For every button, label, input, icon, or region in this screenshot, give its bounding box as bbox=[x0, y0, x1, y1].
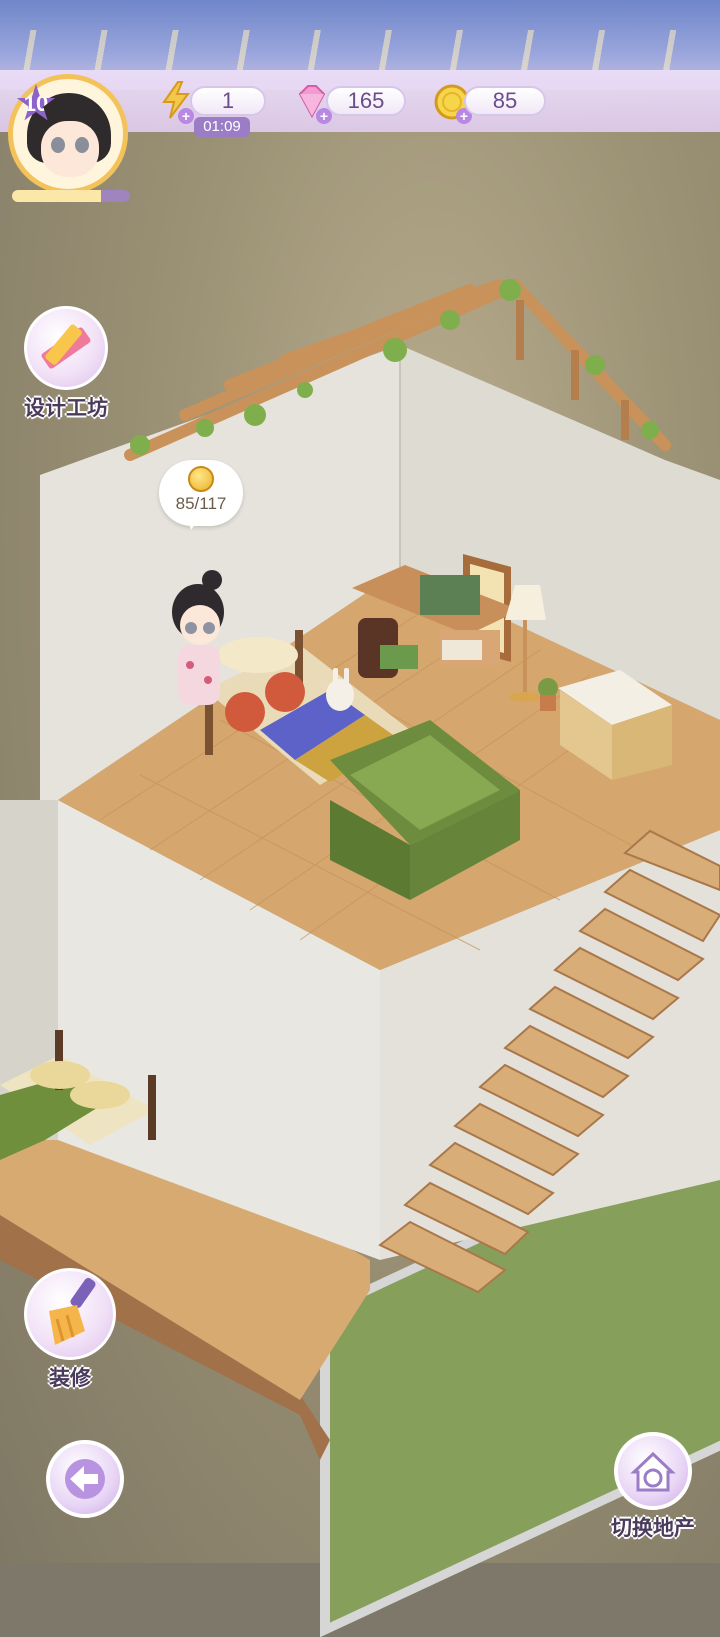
income-bubble[interactable]: 85/117 bbox=[159, 460, 243, 530]
xp-progress-bar bbox=[12, 190, 130, 202]
player-profile[interactable]: 10 bbox=[8, 74, 134, 200]
energy-timer: 01:09 bbox=[194, 117, 250, 137]
books bbox=[420, 575, 480, 615]
back-arrow-icon bbox=[65, 1459, 105, 1499]
avatar[interactable] bbox=[8, 74, 128, 194]
switch-property-button[interactable]: 切换地产 bbox=[600, 1432, 706, 1542]
decorate-label: 装修 bbox=[49, 1367, 91, 1390]
coin-value: 85 bbox=[492, 88, 518, 113]
decorate-button[interactable]: 装修 bbox=[20, 1268, 120, 1392]
switch-property-circle[interactable] bbox=[614, 1432, 692, 1510]
xp-progress-fill bbox=[12, 190, 101, 202]
gem-counter: 165 bbox=[326, 86, 406, 116]
pencil-ruler-icon bbox=[41, 324, 91, 369]
gem-value: 165 bbox=[347, 88, 385, 113]
design-workshop-circle[interactable] bbox=[24, 306, 108, 390]
energy-value: 1 bbox=[221, 88, 235, 113]
decorate-circle[interactable] bbox=[24, 1268, 116, 1360]
design-workshop-button[interactable]: 设计工坊 bbox=[14, 306, 118, 422]
energy-counter: 1 bbox=[190, 86, 266, 116]
design-workshop-label: 设计工坊 bbox=[24, 397, 108, 420]
brush-icon bbox=[49, 1278, 96, 1345]
coin-counter: 85 bbox=[464, 86, 546, 116]
coin-icon bbox=[188, 466, 214, 492]
add-energy-button[interactable]: + bbox=[178, 108, 194, 124]
house-swap-icon bbox=[630, 1451, 676, 1492]
bunny-plush bbox=[326, 679, 354, 711]
income-text: 85/117 bbox=[175, 494, 227, 513]
switch-property-label: 切换地产 bbox=[611, 1517, 695, 1540]
back-button[interactable] bbox=[46, 1440, 124, 1518]
